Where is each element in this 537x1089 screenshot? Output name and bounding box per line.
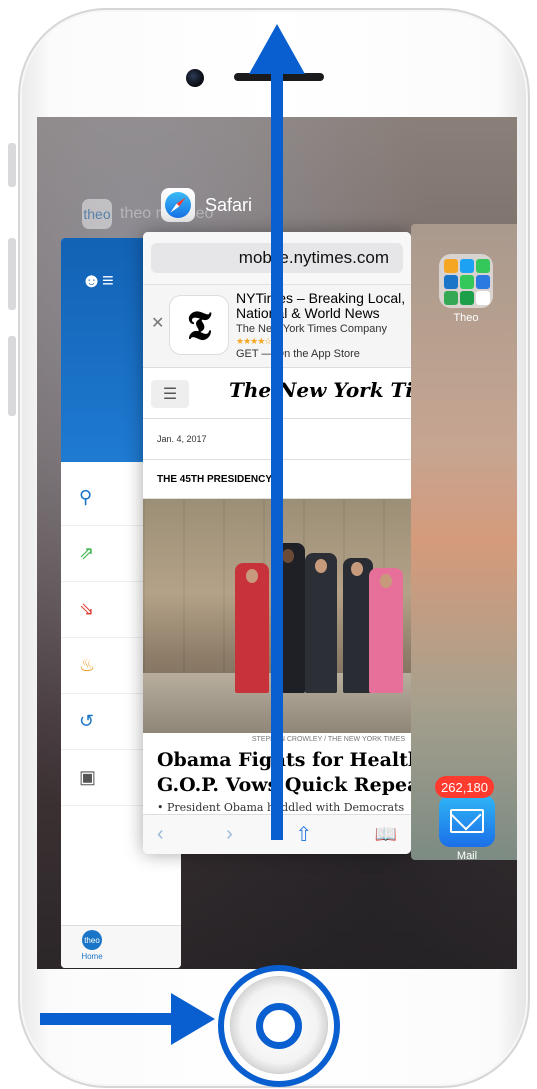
monitor-chart-icon: ▣ bbox=[79, 767, 97, 787]
theo-tab-bar: theo Home bbox=[61, 925, 181, 968]
home-button-inner-ring bbox=[256, 1003, 302, 1049]
photo-person bbox=[305, 553, 337, 693]
share-icon[interactable]: ⇧ bbox=[295, 822, 312, 847]
point-right-arrow-icon bbox=[171, 993, 215, 1045]
home-screen-card[interactable]: Theo 262,180 Mail bbox=[411, 224, 517, 860]
safari-icon bbox=[161, 188, 195, 222]
banner-company: The New York Times Company bbox=[236, 323, 388, 335]
ringer-switch bbox=[8, 143, 16, 187]
banner-get-link[interactable]: GET — On the App Store bbox=[236, 348, 360, 360]
swipe-up-arrow-shaft bbox=[271, 70, 283, 840]
volume-down-button bbox=[8, 336, 16, 416]
chart-up-icon: ⇗ bbox=[79, 543, 95, 563]
volume-up-button bbox=[8, 238, 16, 310]
theo-folder-icon[interactable] bbox=[439, 254, 493, 308]
swipe-up-arrow-icon bbox=[249, 24, 305, 74]
forward-icon[interactable]: › bbox=[226, 823, 233, 846]
nyt-app-icon: 𝕿 bbox=[169, 295, 229, 355]
theo-logo-icon: theo bbox=[82, 930, 102, 950]
history-icon: ↺ bbox=[79, 711, 95, 731]
close-icon[interactable]: ✕ bbox=[151, 313, 164, 333]
safari-card-title[interactable]: Safari bbox=[161, 188, 252, 222]
chart-down-icon: ⇘ bbox=[79, 599, 95, 619]
mail-label: Mail bbox=[456, 850, 478, 860]
back-icon[interactable]: ‹ bbox=[157, 823, 164, 846]
folder-label: Theo bbox=[453, 312, 479, 324]
menu-icon[interactable]: ☰ bbox=[151, 380, 189, 408]
nyt-masthead[interactable]: The New York Times bbox=[229, 378, 411, 402]
front-camera bbox=[186, 69, 204, 87]
search-icon: ⚲ bbox=[79, 487, 93, 507]
flame-icon: ♨ bbox=[79, 655, 96, 675]
safari-app-name: Safari bbox=[205, 194, 253, 215]
banner-app-title: NYTimes – Breaking Local, National & Wor… bbox=[236, 290, 406, 321]
theo-tab-home[interactable]: theo Home bbox=[77, 930, 107, 961]
bookmarks-icon[interactable]: 📖 bbox=[375, 824, 397, 845]
star-rating-icon: ★★★★☆ bbox=[236, 336, 272, 346]
theo-tab-home-label: Home bbox=[81, 952, 103, 961]
point-right-arrow-shaft bbox=[40, 1013, 175, 1025]
mail-icon[interactable] bbox=[439, 795, 495, 847]
profile-menu-icon[interactable]: ☻≡ bbox=[81, 270, 114, 293]
theo-app-icon: theo bbox=[82, 199, 112, 229]
mail-badge: 262,180 bbox=[435, 776, 494, 798]
